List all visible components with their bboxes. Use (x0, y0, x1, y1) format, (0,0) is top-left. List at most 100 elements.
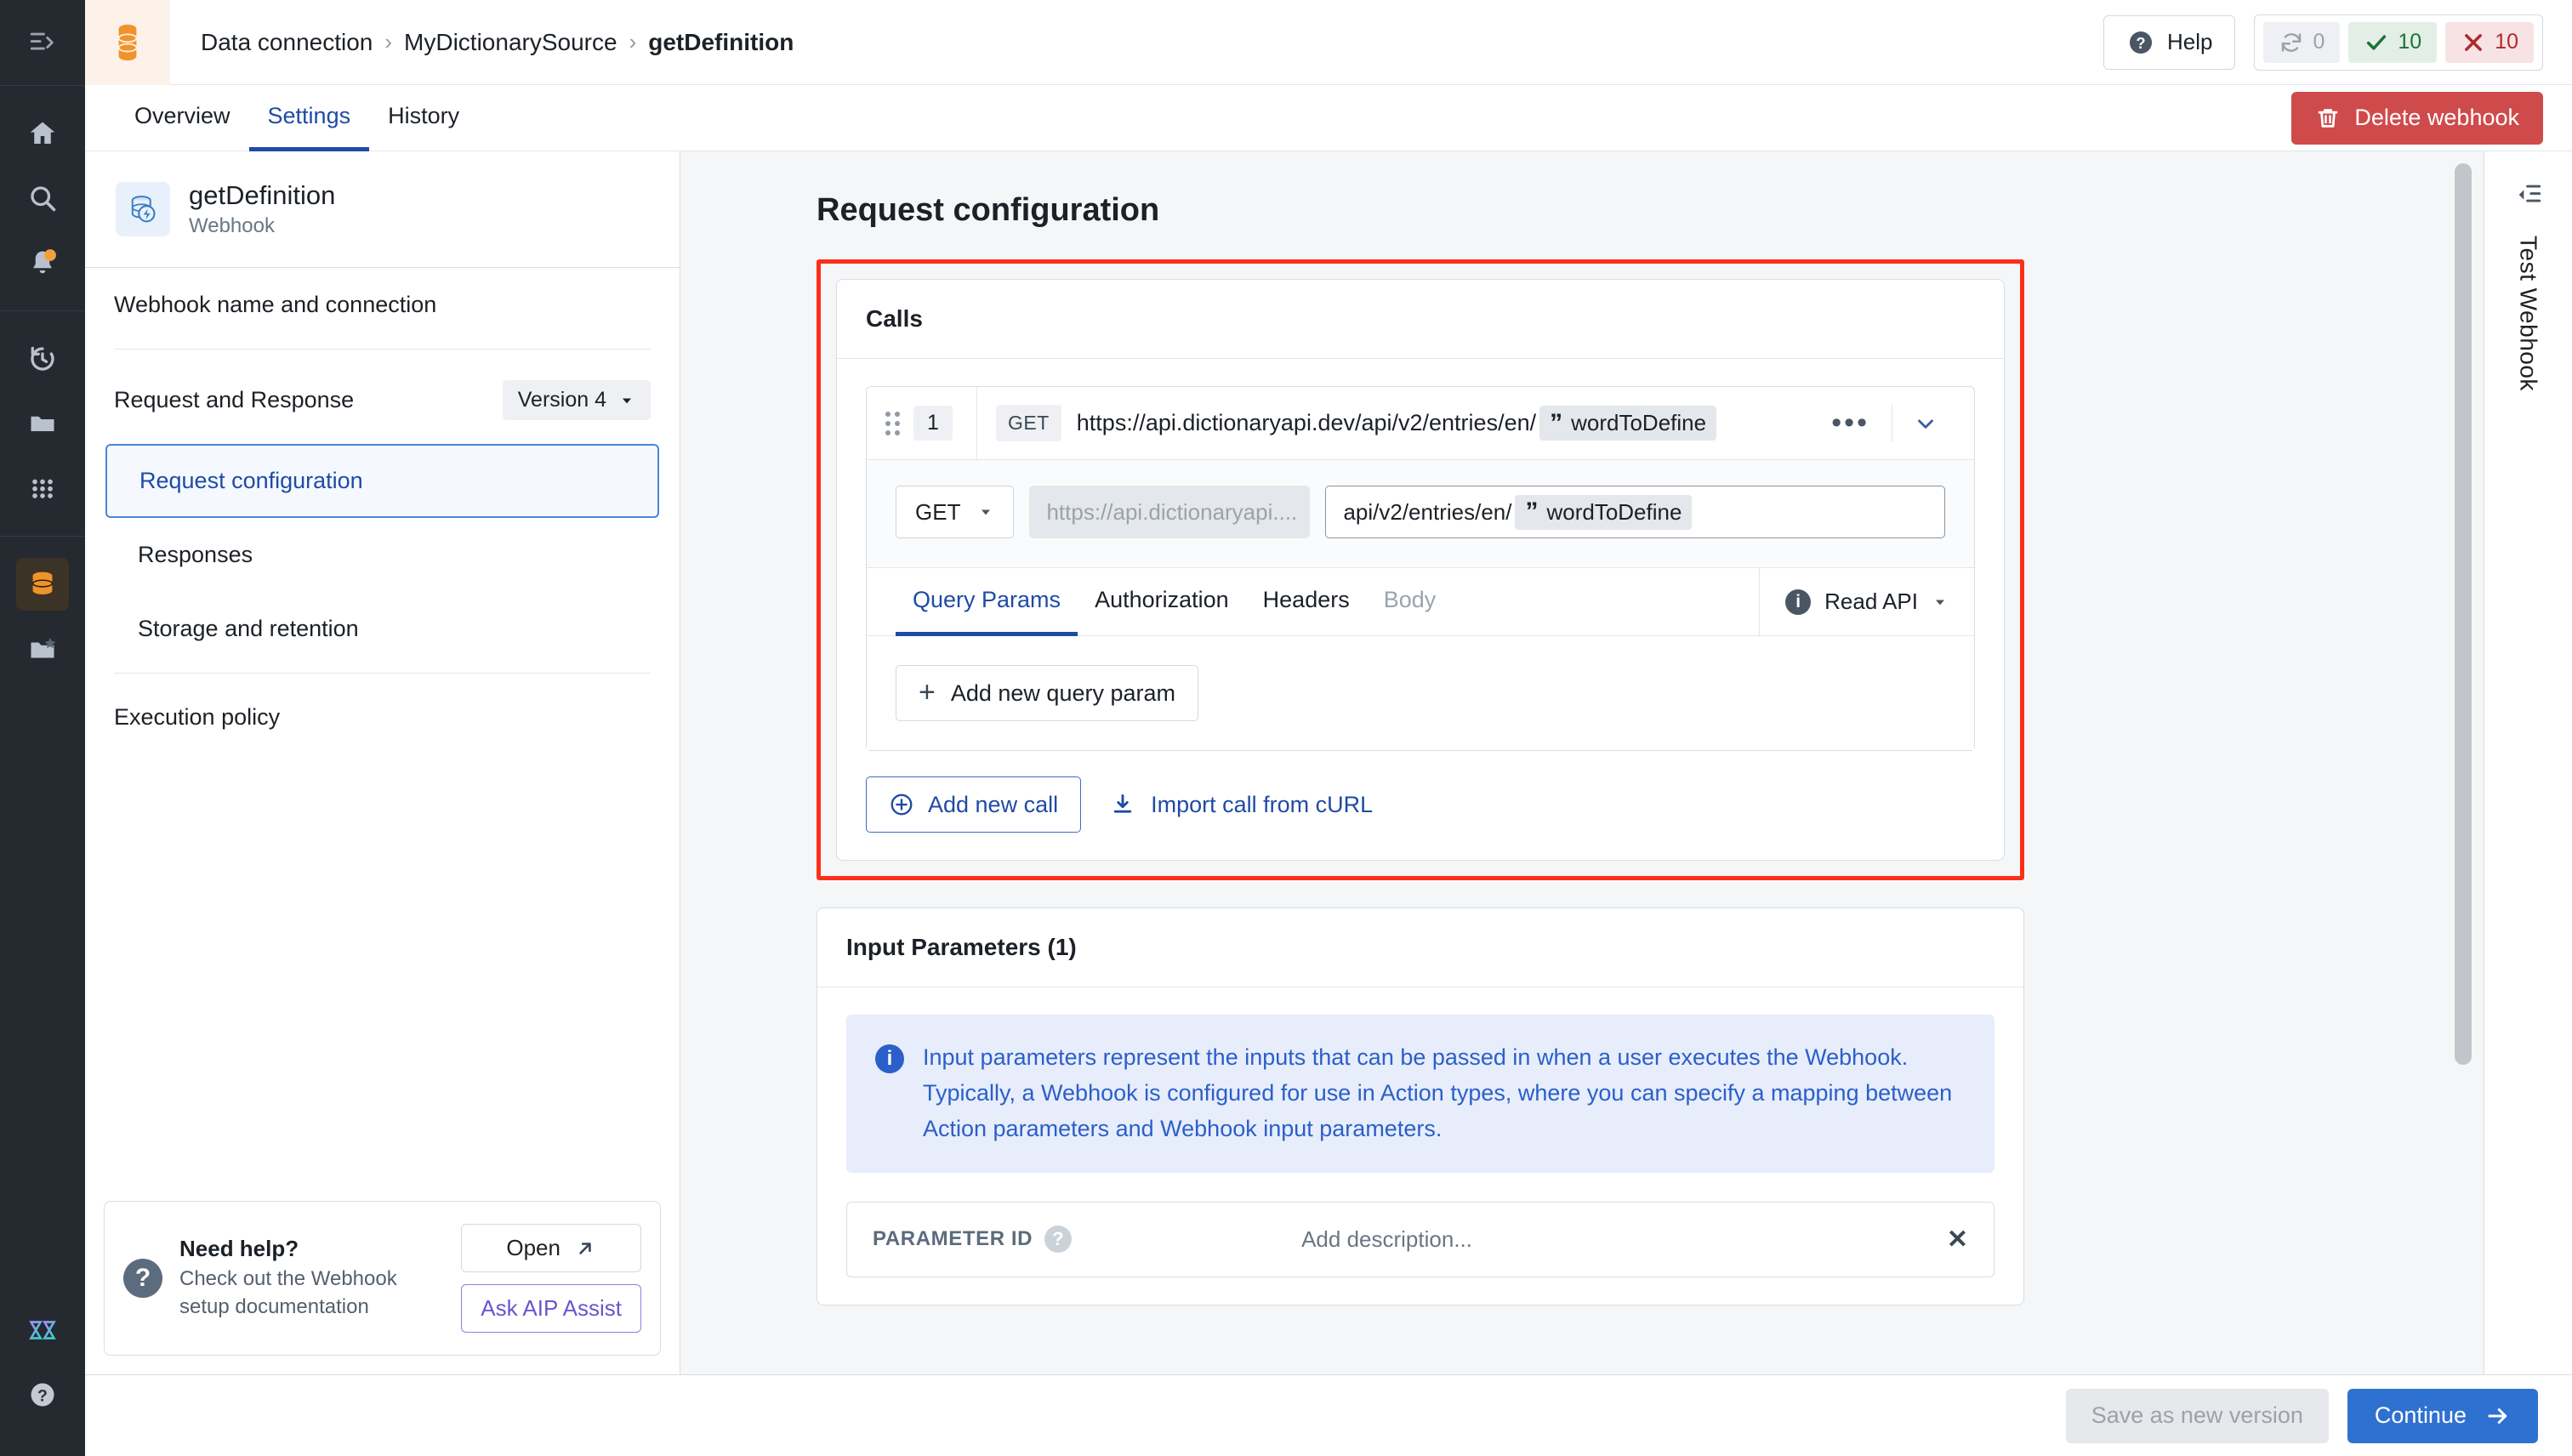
database-icon (31, 572, 54, 594)
main-scrollbar[interactable] (2455, 163, 2472, 1362)
stat-failure-value: 10 (2495, 30, 2518, 54)
call-index: 1 (913, 406, 953, 441)
breadcrumb-item-0[interactable]: Data connection (201, 29, 373, 56)
rail-item-history[interactable] (16, 333, 69, 385)
subtab-authorization[interactable]: Authorization (1078, 568, 1246, 636)
breadcrumb: Data connection › MyDictionarySource › g… (170, 29, 2103, 56)
add-new-call-button[interactable]: Add new call (866, 776, 1082, 833)
breadcrumb-item-1[interactable]: MyDictionarySource (404, 29, 617, 56)
call-url-token[interactable]: ” wordToDefine (1539, 406, 1717, 441)
tab-overview[interactable]: Overview (116, 85, 249, 151)
nav-item-execution-policy[interactable]: Execution policy (85, 680, 680, 754)
database-stack-icon (117, 24, 138, 60)
breadcrumb-separator-1: › (629, 29, 637, 54)
subtab-headers[interactable]: Headers (1246, 568, 1367, 636)
tab-settings-label: Settings (267, 103, 351, 128)
rail-item-search[interactable] (16, 172, 69, 225)
rail-item-apps[interactable] (16, 462, 69, 515)
calls-card: Calls 1 GET https://api.dictionaryapi.de… (836, 279, 2005, 861)
nav-panel-spacer (85, 754, 680, 1182)
breadcrumb-separator-0: › (384, 29, 393, 54)
test-webhook-label[interactable]: Test Webhook (2515, 236, 2542, 391)
rail-item-help[interactable]: ? (16, 1368, 69, 1421)
main-scrollbar-thumb[interactable] (2455, 163, 2472, 1065)
version-selector[interactable]: Version 4 (502, 380, 651, 420)
rail-item-home[interactable] (16, 107, 69, 160)
product-logo[interactable] (85, 0, 170, 85)
folder-star-icon (31, 637, 56, 658)
nav-item-request-configuration[interactable]: Request configuration (105, 444, 659, 518)
ask-aip-assist-button[interactable]: Ask AIP Assist (461, 1284, 641, 1333)
stat-running[interactable]: 0 (2263, 21, 2341, 63)
rail-item-notifications[interactable] (16, 236, 69, 289)
tab-history-label: History (388, 103, 460, 128)
rail-item-favorites[interactable] (16, 623, 69, 675)
cross-icon (2465, 33, 2483, 51)
nav-item-webhook-name-and-connection[interactable]: Webhook name and connection (85, 268, 680, 342)
rail-group-primary (0, 86, 85, 310)
nav-item-request-and-response[interactable]: Request and Response Version 4 (85, 356, 680, 444)
help-button[interactable]: ? Help (2103, 14, 2236, 70)
remove-parameter-button[interactable]: ✕ (1947, 1225, 1968, 1254)
input-parameters-info-banner: i Input parameters represent the inputs … (846, 1015, 1994, 1173)
continue-button[interactable]: Continue (2347, 1388, 2538, 1443)
rail-item-aip-assist[interactable] (16, 1304, 69, 1356)
arrow-right-icon (2488, 1408, 2507, 1424)
stat-running-value: 0 (2313, 30, 2325, 54)
test-webhook-toggle[interactable] (2514, 180, 2543, 213)
call-editor: GET https://api.dictionaryapi.... api/v2… (867, 460, 1974, 568)
plus-icon: + (919, 676, 936, 709)
subtab-query-params[interactable]: Query Params (896, 568, 1078, 636)
page-tabs-actions: Delete webhook (2291, 85, 2572, 151)
rail-item-data-connection[interactable] (16, 558, 69, 611)
path-prefix: api/v2/entries/en/ (1343, 498, 1512, 525)
query-params-area: + Add new query param (867, 636, 1974, 750)
nav-item-storage-and-retention[interactable]: Storage and retention (85, 592, 680, 666)
stat-success[interactable]: 10 (2348, 21, 2438, 63)
http-method-select[interactable]: GET (896, 486, 1015, 538)
input-parameters-info-text: Input parameters represent the inputs th… (923, 1044, 1953, 1141)
parameter-id-label: PARAMETER ID ? (873, 1226, 1073, 1254)
add-new-call-label: Add new call (928, 791, 1059, 817)
nav-divider-2 (114, 673, 651, 674)
parameter-description-input[interactable]: Add description... (1301, 1226, 1472, 1253)
path-token[interactable]: ” wordToDefine (1515, 494, 1693, 530)
search-icon (31, 186, 56, 212)
open-docs-button[interactable]: Open (461, 1224, 641, 1272)
breadcrumb-item-2[interactable]: getDefinition (648, 29, 794, 56)
delete-webhook-button[interactable]: Delete webhook (2291, 91, 2543, 145)
nav-item-responses[interactable]: Responses (85, 518, 680, 592)
webhook-title: getDefinition (189, 180, 336, 210)
webhook-subtitle: Webhook (189, 214, 275, 237)
rail-item-files[interactable] (16, 397, 69, 450)
more-horizontal-icon[interactable]: ••• (1809, 408, 1892, 438)
nav-item-label: Request configuration (139, 468, 363, 493)
import-curl-button[interactable]: Import call from cURL (1110, 792, 1373, 818)
rail-group-secondary (0, 311, 85, 536)
chevron-down-icon (623, 398, 631, 403)
rail-collapse-button[interactable] (0, 0, 85, 85)
tab-history[interactable]: History (369, 85, 478, 151)
help-card-title: Need help? (179, 1236, 299, 1262)
question-circle-icon[interactable]: ? (1044, 1226, 1073, 1254)
path-input[interactable]: api/v2/entries/en/ ” wordToDefine (1325, 486, 1945, 538)
stat-failure[interactable]: 10 (2445, 21, 2534, 63)
call-summary-main: GET https://api.dictionaryapi.dev/api/v2… (977, 387, 1809, 459)
save-as-new-version-button[interactable]: Save as new version (2065, 1388, 2329, 1443)
call-drag-handle[interactable]: 1 (867, 387, 977, 459)
check-icon (2367, 34, 2387, 50)
call-summary-row[interactable]: 1 GET https://api.dictionaryapi.dev/api/… (867, 387, 1974, 460)
subtab-body[interactable]: Body (1367, 568, 1454, 636)
app-root: ? Data connection › MyDictionarySource ›… (0, 0, 2572, 1456)
webhook-title-block: getDefinition Webhook (189, 180, 335, 238)
base-url-field: https://api.dictionaryapi.... (1029, 486, 1311, 538)
tab-settings[interactable]: Settings (248, 85, 370, 151)
trash-icon (2318, 108, 2338, 128)
read-api-selector[interactable]: i Read API (1759, 568, 1974, 635)
bottom-action-bar: Save as new version Continue (85, 1374, 2572, 1456)
grid-apps-icon (32, 479, 53, 498)
ask-aip-assist-label: Ask AIP Assist (481, 1295, 622, 1321)
add-query-param-button[interactable]: + Add new query param (896, 665, 1199, 721)
call-expand-toggle[interactable] (1892, 411, 1959, 436)
nav-item-label: Request and Response (114, 387, 355, 412)
